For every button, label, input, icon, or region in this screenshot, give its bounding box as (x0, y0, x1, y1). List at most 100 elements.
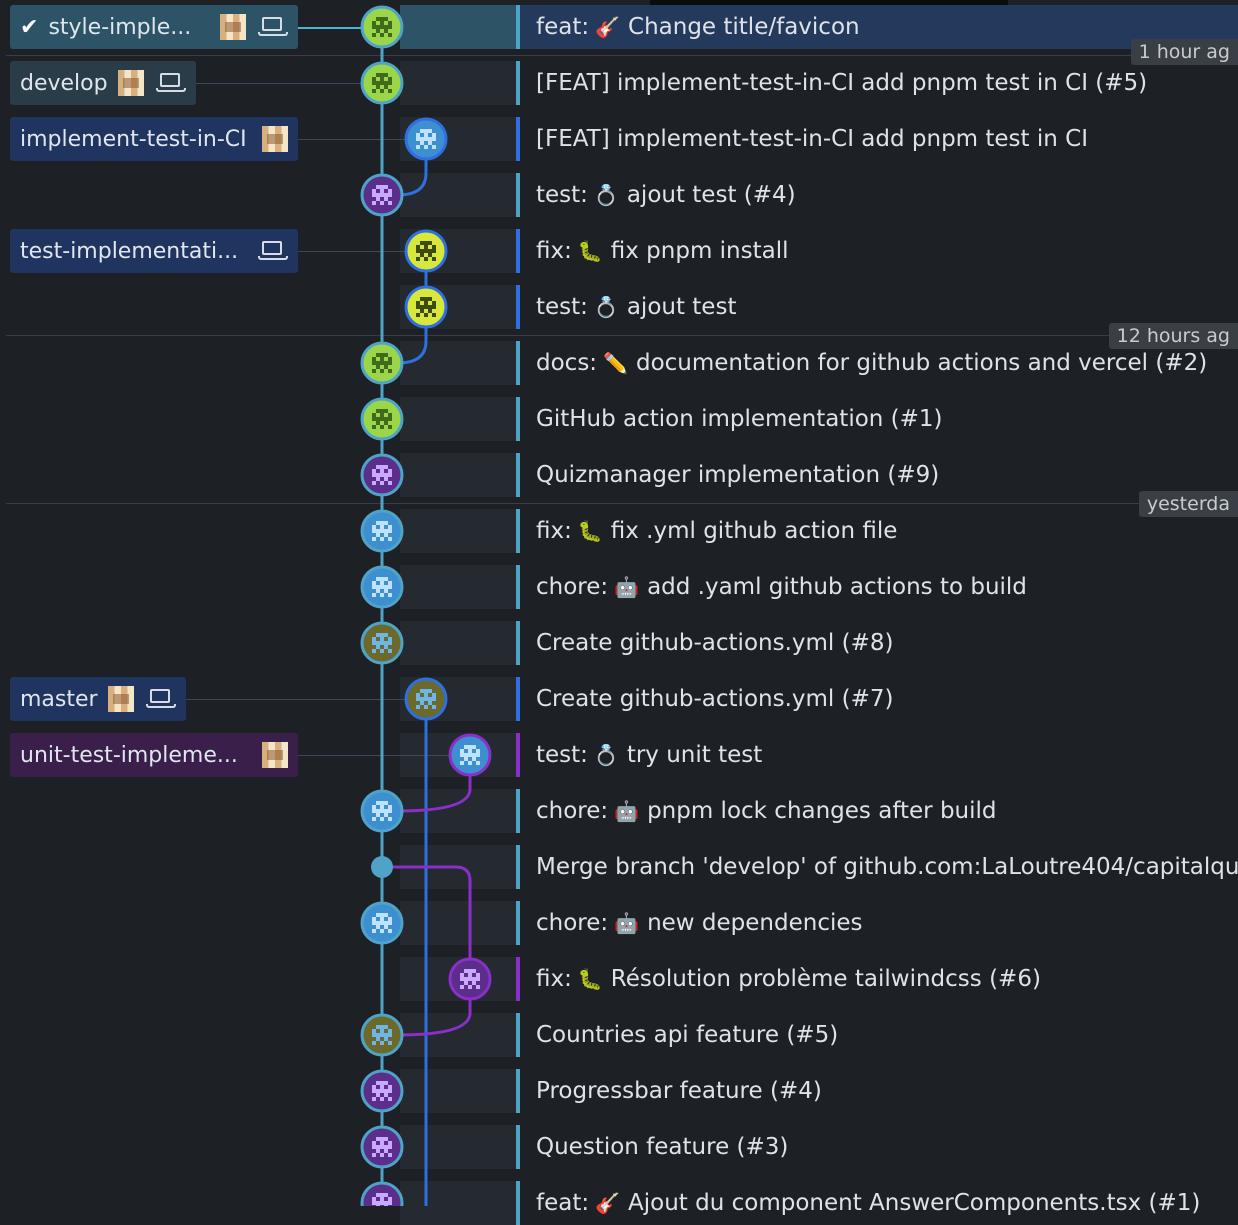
avatar-pixel (372, 25, 376, 29)
avatar-pixel (380, 189, 384, 193)
avatar-pixel (464, 981, 468, 985)
avatar-pixel (416, 249, 420, 253)
avatar-pixel (376, 473, 380, 477)
avatar-pixel (388, 637, 392, 641)
avatar-pixel (384, 1137, 388, 1141)
avatar-pixel (428, 241, 432, 245)
avatar-pixel (388, 581, 392, 585)
avatar-pixel (388, 921, 392, 925)
avatar-pixel (376, 29, 380, 33)
commit-message[interactable]: feat: 🎸 Ajout du component AnswerComponent… (520, 1181, 1238, 1225)
avatar-pixel (380, 1193, 384, 1197)
avatar-pixel (376, 1149, 380, 1153)
avatar-pixel (388, 21, 392, 25)
avatar-pixel (380, 73, 384, 77)
avatar-pixel (424, 297, 428, 301)
avatar-pixel (420, 253, 424, 257)
commit-message[interactable]: Create github-actions.yml (#7) (520, 677, 1238, 721)
avatar-pixel (416, 705, 420, 709)
avatar-pixel (388, 1033, 392, 1037)
avatar-pixel (416, 305, 420, 309)
commit-type-prefix: test: (536, 294, 588, 320)
commit-message[interactable]: chore: 🤖 pnpm lock changes after build (520, 789, 1238, 833)
commit-message[interactable]: Countries api feature (#5) (520, 1013, 1238, 1057)
avatar-pixel (416, 145, 420, 149)
avatar-pixel (468, 753, 472, 757)
commit-message[interactable]: Question feature (#3) (520, 1125, 1238, 1169)
avatar-pixel (380, 529, 384, 533)
avatar-pixel (472, 745, 476, 749)
avatar-pixel (372, 585, 376, 589)
avatar-pixel (388, 33, 392, 37)
avatar-pixel (384, 1093, 388, 1097)
avatar-pixel (432, 693, 436, 697)
avatar-pixel (420, 297, 424, 301)
commit-message[interactable]: Progressbar feature (#4) (520, 1069, 1238, 1113)
commit-message[interactable]: test: 💍 ajout test (#4) (520, 173, 1238, 217)
avatar-pixel (376, 577, 380, 581)
avatar-pixel (388, 481, 392, 485)
avatar-pixel (476, 985, 480, 989)
avatar-pixel (460, 749, 464, 753)
avatar-pixel (384, 1033, 388, 1037)
avatar-pixel (376, 1137, 380, 1141)
avatar-pixel (388, 193, 392, 197)
commit-message[interactable]: Create github-actions.yml (#8) (520, 621, 1238, 665)
avatar-pixel (380, 425, 384, 429)
avatar-pixel (476, 973, 480, 977)
avatar-pixel (468, 973, 472, 977)
avatar-pixel (380, 1085, 384, 1089)
avatar-pixel (372, 357, 376, 361)
avatar-pixel (372, 1085, 376, 1089)
avatar-pixel (424, 145, 428, 149)
commit-message[interactable]: Merge branch 'develop' of github.com:LaL… (520, 845, 1238, 889)
avatar-pixel (424, 305, 428, 309)
commit-message[interactable]: test: 💍 try unit test (520, 733, 1238, 777)
avatar-pixel (388, 1041, 392, 1045)
avatar-pixel (424, 245, 428, 249)
avatar-pixel (416, 257, 420, 261)
commit-summary: fix pnpm install (610, 238, 789, 264)
commit-message[interactable]: [FEAT] implement-test-in-CI add pnpm tes… (520, 61, 1238, 105)
avatar-pixel (472, 753, 476, 757)
avatar-pixel (388, 1097, 392, 1101)
avatar-pixel (420, 241, 424, 245)
avatar-pixel (376, 25, 380, 29)
avatar-pixel (432, 313, 436, 317)
avatar-pixel (424, 129, 428, 133)
avatar-pixel (380, 413, 384, 417)
avatar-pixel (380, 633, 384, 637)
avatar-pixel (376, 193, 380, 197)
commit-message[interactable]: chore: 🤖 new dependencies (520, 901, 1238, 945)
commit-message[interactable]: fix: 🐛 fix .yml github action file (520, 509, 1238, 553)
avatar-pixel (380, 1081, 384, 1085)
avatar-pixel (384, 641, 388, 645)
avatar-pixel (376, 1033, 380, 1037)
avatar-pixel (380, 1029, 384, 1033)
avatar-pixel (376, 73, 380, 77)
avatar-pixel (384, 421, 388, 425)
avatar-pixel (388, 1089, 392, 1093)
commit-message[interactable]: Quizmanager implementation (#9) (520, 453, 1238, 497)
commit-summary: Question feature (#3) (536, 1134, 789, 1160)
avatar-pixel (384, 529, 388, 533)
avatar-pixel (380, 1137, 384, 1141)
commit-type-prefix: fix: (536, 966, 572, 992)
avatar-pixel (464, 757, 468, 761)
commit-message[interactable]: [FEAT] implement-test-in-CI add pnpm tes… (520, 117, 1238, 161)
avatar-pixel (372, 21, 376, 25)
avatar-pixel (376, 921, 380, 925)
avatar-pixel (388, 425, 392, 429)
commit-message[interactable]: GitHub action implementation (#1) (520, 397, 1238, 441)
avatar-pixel (372, 929, 376, 933)
commit-summary: new dependencies (647, 910, 863, 936)
avatar-pixel (372, 1145, 376, 1149)
avatar-pixel (384, 1089, 388, 1093)
avatar-pixel (388, 413, 392, 417)
commit-message[interactable]: fix: 🐛 fix pnpm install (520, 229, 1238, 273)
avatar-pixel (372, 525, 376, 529)
avatar-pixel (380, 25, 384, 29)
commit-summary: Résolution problème tailwindcss (#6) (610, 966, 1041, 992)
commit-message[interactable]: fix: 🐛 Résolution problème tailwindcss (#6… (520, 957, 1238, 1001)
commit-message[interactable]: chore: 🤖 add .yaml github actions to build (520, 565, 1238, 609)
